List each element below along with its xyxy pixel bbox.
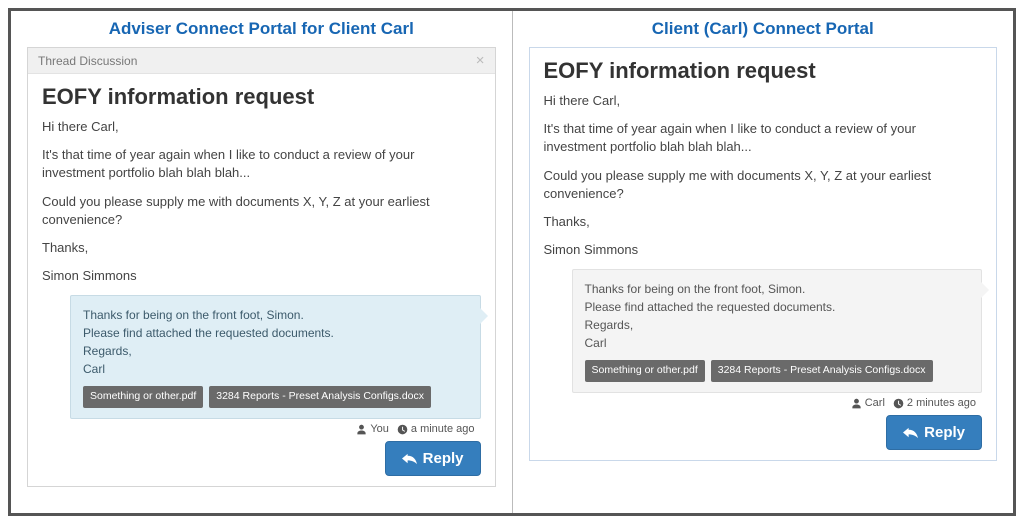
reply-button-label: Reply — [924, 424, 965, 441]
thread-card-body: EOFY information request Hi there Carl, … — [28, 74, 495, 486]
msg-line: Could you please supply me with document… — [544, 167, 983, 203]
msg-line: Hi there Carl, — [544, 92, 983, 110]
reply-line: Carl — [83, 360, 468, 378]
client-pane-title: Client (Carl) Connect Portal — [529, 19, 998, 39]
thread-title: EOFY information request — [544, 58, 983, 84]
reply-meta: You a minute ago — [70, 423, 475, 435]
meta-user: Carl — [865, 397, 885, 409]
button-row: Reply — [544, 415, 983, 450]
msg-line: Simon Simmons — [544, 241, 983, 259]
meta-user: You — [370, 423, 389, 435]
reply-line: Regards, — [83, 342, 468, 360]
attachment-chip[interactable]: Something or other.pdf — [83, 386, 203, 408]
reply-wrap: Thanks for being on the front foot, Simo… — [572, 269, 983, 409]
reply-button[interactable]: Reply — [385, 441, 481, 476]
reply-button-label: Reply — [423, 450, 464, 467]
thread-card: EOFY information request Hi there Carl, … — [529, 47, 998, 461]
reply-line: Thanks for being on the front foot, Simo… — [83, 306, 468, 324]
adviser-pane: Adviser Connect Portal for Client Carl T… — [11, 11, 512, 513]
reply-button[interactable]: Reply — [886, 415, 982, 450]
reply-line: Carl — [585, 334, 970, 352]
msg-line: Thanks, — [42, 239, 481, 257]
reply-wrap: Thanks for being on the front foot, Simo… — [70, 295, 481, 435]
attachment-chip[interactable]: 3284 Reports - Preset Analysis Configs.d… — [209, 386, 431, 408]
clock-icon — [397, 424, 408, 435]
reply-bubble: Thanks for being on the front foot, Simo… — [70, 295, 481, 419]
attachment-chip[interactable]: Something or other.pdf — [585, 360, 705, 382]
reply-line: Thanks for being on the front foot, Simo… — [585, 280, 970, 298]
reply-line: Please find attached the requested docum… — [83, 324, 468, 342]
attachment-row: Something or other.pdf 3284 Reports - Pr… — [83, 386, 468, 408]
thread-title: EOFY information request — [42, 84, 481, 110]
msg-line: It's that time of year again when I like… — [42, 146, 481, 182]
reply-line: Please find attached the requested docum… — [585, 298, 970, 316]
close-icon[interactable]: × — [476, 52, 485, 69]
user-icon — [851, 398, 862, 409]
client-pane: Client (Carl) Connect Portal EOFY inform… — [513, 11, 1014, 513]
reply-arrow-icon — [903, 425, 918, 440]
clock-icon — [893, 398, 904, 409]
reply-arrow-icon — [402, 451, 417, 466]
dual-portal-frame: Adviser Connect Portal for Client Carl T… — [8, 8, 1016, 516]
msg-line: Simon Simmons — [42, 267, 481, 285]
thread-card-header: Thread Discussion × — [28, 48, 495, 74]
thread-card-body: EOFY information request Hi there Carl, … — [530, 48, 997, 460]
meta-time: 2 minutes ago — [907, 397, 976, 409]
meta-time: a minute ago — [411, 423, 475, 435]
attachment-row: Something or other.pdf 3284 Reports - Pr… — [585, 360, 970, 382]
msg-line: It's that time of year again when I like… — [544, 120, 983, 156]
thread-card: Thread Discussion × EOFY information req… — [27, 47, 496, 487]
button-row: Reply — [42, 441, 481, 476]
thread-card-header-label: Thread Discussion — [38, 54, 137, 68]
reply-bubble: Thanks for being on the front foot, Simo… — [572, 269, 983, 393]
reply-line: Regards, — [585, 316, 970, 334]
adviser-pane-title: Adviser Connect Portal for Client Carl — [27, 19, 496, 39]
msg-line: Hi there Carl, — [42, 118, 481, 136]
attachment-chip[interactable]: 3284 Reports - Preset Analysis Configs.d… — [711, 360, 933, 382]
msg-line: Could you please supply me with document… — [42, 193, 481, 229]
reply-meta: Carl 2 minutes ago — [572, 397, 977, 409]
msg-line: Thanks, — [544, 213, 983, 231]
user-icon — [356, 424, 367, 435]
